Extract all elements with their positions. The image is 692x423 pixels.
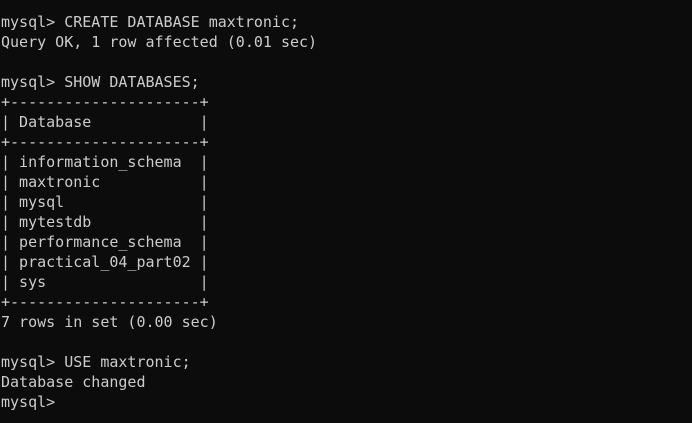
table-row: | mytestdb | [1,213,209,231]
table-header-row: | Database | [1,113,209,131]
table-row: | mysql | [1,193,209,211]
output-query-ok: Query OK, 1 row affected (0.01 sec) [1,33,318,51]
table-row: | information_schema | [1,153,209,171]
command-line-create-database: mysql> CREATE DATABASE maxtronic; [1,13,300,31]
table-border-top: +---------------------+ [1,93,209,111]
command-line-use-database: mysql> USE maxtronic; [1,353,191,371]
output-database-changed: Database changed [1,373,146,391]
table-row: | maxtronic | [1,173,209,191]
terminal-window[interactable]: mysql> CREATE DATABASE maxtronic; Query … [0,0,692,423]
table-border-header: +---------------------+ [1,133,209,151]
table-row: | practical_04_part02 | [1,253,209,271]
command-prompt[interactable]: mysql> [0,392,692,412]
command-line-show-databases: mysql> SHOW DATABASES; [1,73,200,91]
table-row: | sys | [1,273,209,291]
table-border-bottom: +---------------------+ [1,293,209,311]
table-row: | performance_schema | [1,233,209,251]
output-rows-in-set: 7 rows in set (0.00 sec) [1,313,218,331]
